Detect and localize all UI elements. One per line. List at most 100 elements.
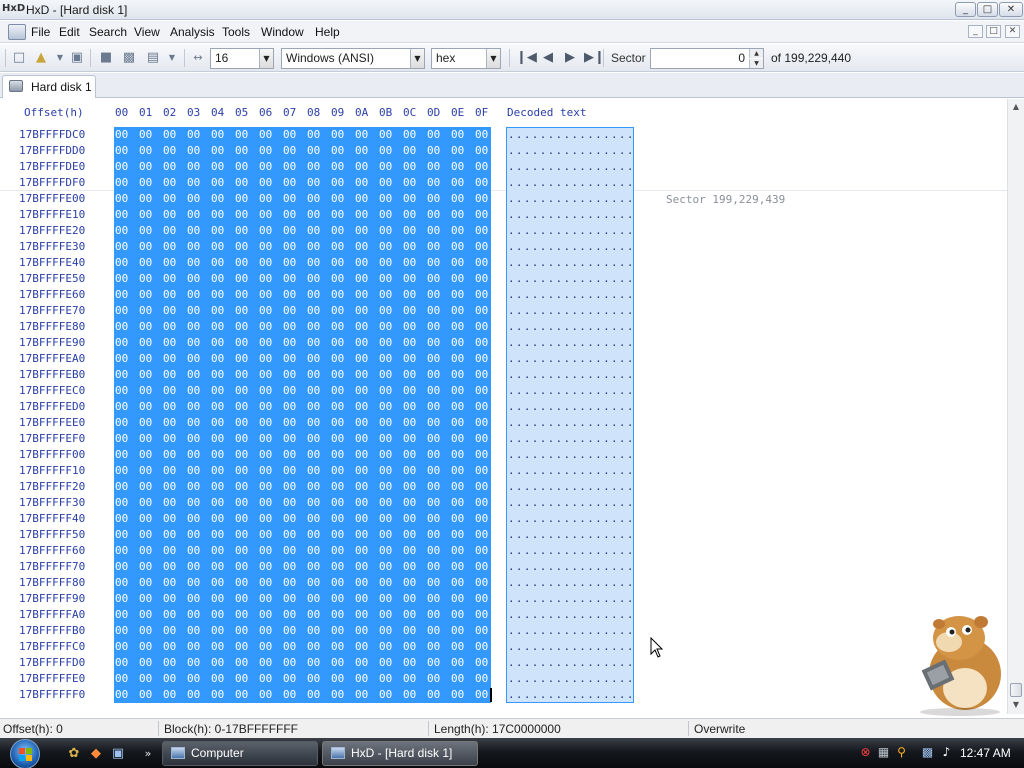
hex-row[interactable]: 17BFFFFEF0 00 00 00 00 00 00 00 00 00 00 00 00 00 00 00… xyxy=(0,431,1007,447)
row-decoded-text[interactable]: ................ xyxy=(508,560,635,573)
row-decoded-text[interactable]: ................ xyxy=(508,496,635,509)
row-hex-bytes[interactable]: 00 00 00 00 00 00 00 00 00 00 00 00 00 00 00 00 xyxy=(115,544,499,557)
row-decoded-text[interactable]: ................ xyxy=(508,416,635,429)
row-decoded-text[interactable]: ................ xyxy=(508,272,635,285)
mdi-restore-button[interactable]: □ xyxy=(986,25,1001,38)
row-decoded-text[interactable]: ................ xyxy=(508,128,635,141)
row-hex-bytes[interactable]: 00 00 00 00 00 00 00 00 00 00 00 00 00 00 00 00 xyxy=(115,528,499,541)
hex-row[interactable]: 17BFFFFEB0 00 00 00 00 00 00 00 00 00 00 00 00 00 00 00… xyxy=(0,367,1007,383)
hex-row[interactable]: 17BFFFFF60 00 00 00 00 00 00 00 00 00 00 00 00 00 00 00… xyxy=(0,543,1007,559)
scrollbar-thumb[interactable] xyxy=(1010,683,1022,697)
row-hex-bytes[interactable]: 00 00 00 00 00 00 00 00 00 00 00 00 00 00 00 00 xyxy=(115,592,499,605)
row-decoded-text[interactable]: ................ xyxy=(508,192,635,205)
taskbar-button-computer[interactable]: Computer xyxy=(162,741,318,766)
row-decoded-text[interactable]: ................ xyxy=(508,544,635,557)
row-decoded-text[interactable]: ................ xyxy=(508,240,635,253)
hex-row[interactable]: 17BFFFFF90 00 00 00 00 00 00 00 00 00 00 00 00 00 00 00… xyxy=(0,591,1007,607)
row-hex-bytes[interactable]: 00 00 00 00 00 00 00 00 00 00 00 00 00 00 00 00 xyxy=(115,224,499,237)
properties-icon[interactable]: ▤ xyxy=(145,50,161,66)
last-sector-icon[interactable]: ▶❙ xyxy=(584,50,605,66)
spin-down-icon[interactable]: ▼ xyxy=(749,59,763,68)
row-hex-bytes[interactable]: 00 00 00 00 00 00 00 00 00 00 00 00 00 00 00 00 xyxy=(115,512,499,525)
row-hex-bytes[interactable]: 00 00 00 00 00 00 00 00 00 00 00 00 00 00 00 00 xyxy=(115,272,499,285)
menu-file[interactable]: File xyxy=(31,25,50,39)
menu-tools[interactable]: Tools xyxy=(222,25,250,39)
previous-sector-icon[interactable]: ◀ xyxy=(540,50,556,66)
quick-launch-expand-icon[interactable]: » xyxy=(140,746,156,762)
open-dropdown-icon[interactable]: ▼ xyxy=(52,50,68,66)
hex-row[interactable]: 17BFFFFE30 00 00 00 00 00 00 00 00 00 00 00 00 00 00 00… xyxy=(0,239,1007,255)
mdi-minimize-button[interactable]: _ xyxy=(968,25,983,38)
row-hex-bytes[interactable]: 00 00 00 00 00 00 00 00 00 00 00 00 00 00 00 00 xyxy=(115,608,499,621)
row-decoded-text[interactable]: ................ xyxy=(508,576,635,589)
row-hex-bytes[interactable]: 00 00 00 00 00 00 00 00 00 00 00 00 00 00 00 00 xyxy=(115,432,499,445)
hex-row[interactable]: 17BFFFFE60 00 00 00 00 00 00 00 00 00 00 00 00 00 00 00… xyxy=(0,287,1007,303)
menu-search[interactable]: Search xyxy=(89,25,127,39)
minimize-button[interactable]: _ xyxy=(955,2,976,17)
hex-row[interactable]: 17BFFFFE00 00 00 00 00 00 00 00 00 00 00 00 00 00 00 00… xyxy=(0,191,1007,207)
hex-row[interactable]: 17BFFFFE80 00 00 00 00 00 00 00 00 00 00 00 00 00 00 00… xyxy=(0,319,1007,335)
document-menu-icon[interactable] xyxy=(8,24,26,40)
hex-row[interactable]: 17BFFFFF40 00 00 00 00 00 00 00 00 00 00 00 00 00 00 00… xyxy=(0,511,1007,527)
network-icon[interactable]: ▦ xyxy=(876,745,891,760)
hex-row[interactable]: 17BFFFFDE0 00 00 00 00 00 00 00 00 00 00 00 00 00 00 00… xyxy=(0,159,1007,175)
hex-row[interactable]: 17BFFFFFC0 00 00 00 00 00 00 00 00 00 00 00 00 00 00 00… xyxy=(0,639,1007,655)
menu-edit[interactable]: Edit xyxy=(59,25,80,39)
row-hex-bytes[interactable]: 00 00 00 00 00 00 00 00 00 00 00 00 00 00 00 00 xyxy=(115,672,499,685)
row-hex-bytes[interactable]: 00 00 00 00 00 00 00 00 00 00 00 00 00 00 00 00 xyxy=(115,576,499,589)
menu-analysis[interactable]: Analysis xyxy=(170,25,215,39)
row-hex-bytes[interactable]: 00 00 00 00 00 00 00 00 00 00 00 00 00 00 00 00 xyxy=(115,256,499,269)
row-decoded-text[interactable]: ................ xyxy=(508,608,635,621)
offset-base-select[interactable]: hex ▼ xyxy=(431,48,501,69)
row-decoded-text[interactable]: ................ xyxy=(508,688,635,701)
security-alert-icon[interactable]: ⊗ xyxy=(858,745,873,760)
row-decoded-text[interactable]: ................ xyxy=(508,144,635,157)
row-decoded-text[interactable]: ................ xyxy=(508,448,635,461)
row-hex-bytes[interactable]: 00 00 00 00 00 00 00 00 00 00 00 00 00 00 00 00 xyxy=(115,144,499,157)
row-decoded-text[interactable]: ................ xyxy=(508,640,635,653)
row-decoded-text[interactable]: ................ xyxy=(508,480,635,493)
hex-row[interactable]: 17BFFFFF20 00 00 00 00 00 00 00 00 00 00 00 00 00 00 00… xyxy=(0,479,1007,495)
hex-editor[interactable]: Offset(h) 00 01 02 03 04 05 06 07 08 09 0A 0B 0C 0D 0E… xyxy=(0,99,1007,714)
row-hex-bytes[interactable]: 00 00 00 00 00 00 00 00 00 00 00 00 00 00 00 00 xyxy=(115,368,499,381)
hex-row[interactable]: 17BFFFFE10 00 00 00 00 00 00 00 00 00 00 00 00 00 00 00… xyxy=(0,207,1007,223)
taskbar-button-hxd[interactable]: HxD - [Hard disk 1] xyxy=(322,741,478,766)
scroll-up-icon[interactable]: ▲ xyxy=(1008,99,1024,115)
hex-row[interactable]: 17BFFFFF30 00 00 00 00 00 00 00 00 00 00 00 00 00 00 00… xyxy=(0,495,1007,511)
row-hex-bytes[interactable]: 00 00 00 00 00 00 00 00 00 00 00 00 00 00 00 00 xyxy=(115,384,499,397)
row-hex-bytes[interactable]: 00 00 00 00 00 00 00 00 00 00 00 00 00 00 00 00 xyxy=(115,176,499,189)
hex-row[interactable]: 17BFFFFF80 00 00 00 00 00 00 00 00 00 00 00 00 00 00 00… xyxy=(0,575,1007,591)
taskbar-clock[interactable]: 12:47 AM xyxy=(960,746,1011,760)
row-hex-bytes[interactable]: 00 00 00 00 00 00 00 00 00 00 00 00 00 00 00 00 xyxy=(115,416,499,429)
first-sector-icon[interactable]: ❙◀ xyxy=(516,50,537,66)
row-hex-bytes[interactable]: 00 00 00 00 00 00 00 00 00 00 00 00 00 00 00 00 xyxy=(115,192,499,205)
hex-row[interactable]: 17BFFFFFF0 00 00 00 00 00 00 00 00 00 00 00 00 00 00 00… xyxy=(0,687,1007,703)
row-decoded-text[interactable]: ................ xyxy=(508,208,635,221)
menu-window[interactable]: Window xyxy=(261,25,304,39)
hex-row[interactable]: 17BFFFFFE0 00 00 00 00 00 00 00 00 00 00 00 00 00 00 00… xyxy=(0,671,1007,687)
start-button[interactable] xyxy=(10,739,40,768)
hex-row[interactable]: 17BFFFFE90 00 00 00 00 00 00 00 00 00 00 00 00 00 00 00… xyxy=(0,335,1007,351)
row-decoded-text[interactable]: ................ xyxy=(508,224,635,237)
row-decoded-text[interactable]: ................ xyxy=(508,512,635,525)
display-icon[interactable]: ▩ xyxy=(920,745,935,760)
tab-hard-disk-1[interactable]: Hard disk 1 xyxy=(2,75,96,98)
hex-row[interactable]: 17BFFFFFA0 00 00 00 00 00 00 00 00 00 00 00 00 00 00 00… xyxy=(0,607,1007,623)
menu-help[interactable]: Help xyxy=(315,25,340,39)
close-button[interactable]: ✕ xyxy=(999,2,1023,17)
open-folder-icon[interactable]: ▲ xyxy=(33,50,49,66)
row-decoded-text[interactable]: ................ xyxy=(508,592,635,605)
volume-icon[interactable]: ♪ xyxy=(939,745,954,760)
row-hex-bytes[interactable]: 00 00 00 00 00 00 00 00 00 00 00 00 00 00 00 00 xyxy=(115,128,499,141)
show-desktop-icon[interactable]: ▣ xyxy=(110,746,126,762)
row-hex-bytes[interactable]: 00 00 00 00 00 00 00 00 00 00 00 00 00 00 00 00 xyxy=(115,160,499,173)
properties-dropdown-icon[interactable]: ▼ xyxy=(164,50,180,66)
row-hex-bytes[interactable]: 00 00 00 00 00 00 00 00 00 00 00 00 00 00 00 00 xyxy=(115,400,499,413)
hex-row[interactable]: 17BFFFFE50 00 00 00 00 00 00 00 00 00 00 00 00 00 00 00… xyxy=(0,271,1007,287)
row-decoded-text[interactable]: ................ xyxy=(508,464,635,477)
hex-row[interactable]: 17BFFFFE40 00 00 00 00 00 00 00 00 00 00 00 00 00 00 00… xyxy=(0,255,1007,271)
row-decoded-text[interactable]: ................ xyxy=(508,432,635,445)
status-mode[interactable]: Overwrite xyxy=(694,722,745,736)
spin-up-icon[interactable]: ▲ xyxy=(749,49,763,58)
hex-row[interactable]: 17BFFFFEA0 00 00 00 00 00 00 00 00 00 00 00 00 00 00 00… xyxy=(0,351,1007,367)
